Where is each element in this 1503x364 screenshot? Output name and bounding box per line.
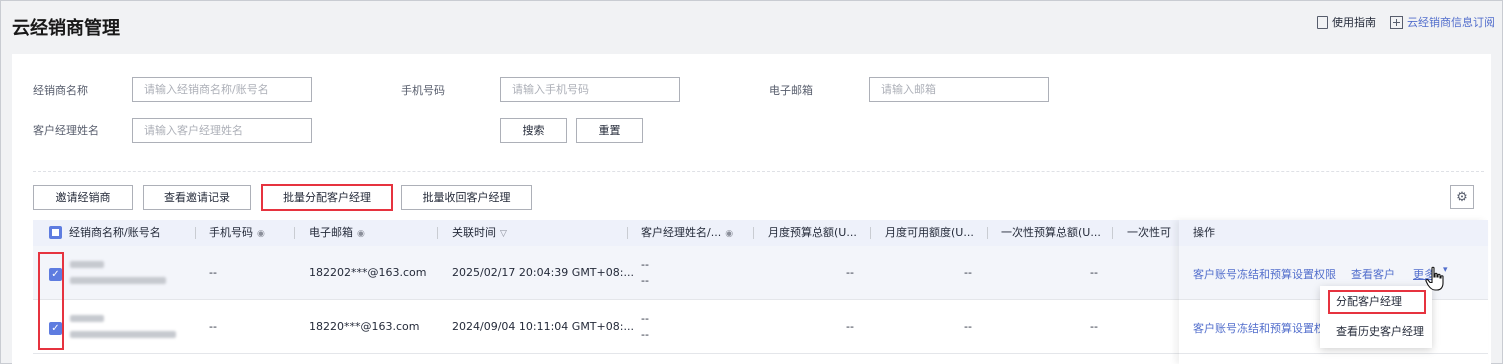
redacted-dealer-name (70, 315, 104, 322)
document-icon (1317, 15, 1328, 29)
eye-off-icon: ◉ (257, 229, 265, 239)
monthly-budget-cell: -- (846, 266, 854, 279)
email-cell: 18220***@163.com (309, 320, 420, 333)
manager-cell-2: -- (641, 274, 649, 287)
col-manager: 客户经理姓名/... ◉ (641, 226, 734, 239)
divider (33, 171, 1484, 172)
col-phone: 手机号码 ◉ (209, 226, 265, 239)
reset-button[interactable]: 重置 (576, 118, 643, 143)
col-one-time-budget: 一次性预算总额(U... (1001, 226, 1101, 239)
top-links: 使用指南 云经销商信息订阅 (1317, 14, 1495, 30)
monthly-budget-cell: -- (846, 320, 854, 333)
subscribe-label: 云经销商信息订阅 (1407, 16, 1495, 29)
guide-label: 使用指南 (1332, 16, 1376, 29)
col-separator (1112, 227, 1113, 239)
phone-cell: -- (209, 320, 217, 333)
redacted-dealer-name (70, 261, 104, 268)
col-monthly-available: 月度可用额度(U... (885, 226, 974, 239)
batch-assign-manager-button[interactable]: 批量分配客户经理 (261, 184, 393, 211)
monthly-available-cell: -- (964, 266, 972, 279)
invite-dealer-button[interactable]: 邀请经销商 (33, 185, 133, 210)
redacted-account-name (70, 277, 166, 284)
col-separator (627, 227, 628, 239)
phone-input[interactable]: 请输入手机号码 (500, 77, 680, 102)
col-dealer-name: 经销商名称/账号名 (69, 226, 161, 239)
search-button[interactable]: 搜索 (500, 118, 567, 143)
time-cell: 2025/02/17 20:04:39 GMT+08:... (452, 266, 634, 279)
freeze-budget-permission-link[interactable]: 客户账号冻结和预算设置权限 (1193, 266, 1336, 282)
view-customer-link[interactable]: 查看客户 (1351, 266, 1395, 282)
hand-pointer-icon (1425, 266, 1444, 291)
manager-cell-1: -- (641, 258, 649, 271)
col-separator (753, 227, 754, 239)
col-monthly-budget: 月度预算总额(U... (768, 226, 857, 239)
eye-off-icon: ◉ (725, 229, 734, 239)
email-cell: 182202***@163.com (309, 266, 427, 279)
operation-header: 操作 (1179, 220, 1488, 246)
col-separator (437, 227, 438, 239)
main-panel: 经销商名称 请输入经销商名称/账号名 手机号码 请输入手机号码 电子邮箱 请输入… (12, 54, 1491, 364)
phone-cell: -- (209, 266, 217, 279)
col-separator (987, 227, 988, 239)
batch-revoke-manager-button[interactable]: 批量收回客户经理 (401, 185, 532, 210)
manager-label: 客户经理姓名 (33, 124, 99, 137)
redacted-account-name (70, 331, 176, 338)
col-separator (870, 227, 871, 239)
view-invites-button[interactable]: 查看邀请记录 (143, 185, 251, 210)
menu-item-assign-manager[interactable]: 分配客户经理 (1328, 290, 1426, 314)
monthly-available-cell: -- (964, 320, 972, 333)
col-separator (294, 227, 295, 239)
phone-label: 手机号码 (401, 84, 445, 97)
col-one-time-available: 一次性可 (1127, 226, 1171, 239)
manager-cell-1: -- (641, 312, 649, 325)
add-box-icon (1390, 15, 1403, 29)
manager-cell-2: -- (641, 328, 649, 341)
col-linked-time: 关联时间 ▽ (452, 226, 507, 239)
subscribe-link[interactable]: 云经销商信息订阅 (1390, 14, 1495, 30)
guide-link[interactable]: 使用指南 (1317, 14, 1376, 30)
email-input[interactable]: 请输入邮箱 (869, 77, 1049, 102)
more-dropdown-menu: 分配客户经理 查看历史客户经理 (1320, 286, 1432, 348)
time-cell: 2024/09/04 10:11:04 GMT+08:... (452, 320, 634, 333)
col-email: 电子邮箱 ◉ (309, 226, 365, 239)
checkbox-highlight (38, 252, 64, 350)
manager-input[interactable]: 请输入客户经理姓名 (132, 118, 312, 143)
menu-item-history-manager[interactable]: 查看历史客户经理 (1320, 319, 1428, 345)
settings-gear-icon[interactable]: ⚙ (1450, 185, 1474, 209)
select-all-checkbox[interactable] (49, 226, 62, 239)
email-label: 电子邮箱 (769, 84, 813, 97)
col-operation: 操作 (1193, 226, 1215, 239)
freeze-budget-permission-link[interactable]: 客户账号冻结和预算设置权限 (1193, 320, 1336, 336)
col-separator (195, 227, 196, 239)
filter-icon[interactable]: ▽ (500, 229, 507, 239)
dealer-name-label: 经销商名称 (33, 84, 88, 97)
one-time-budget-cell: -- (1090, 320, 1098, 333)
page-title: 云经销商管理 (12, 18, 120, 39)
dealer-name-input[interactable]: 请输入经销商名称/账号名 (132, 77, 312, 102)
eye-off-icon: ◉ (357, 229, 365, 239)
one-time-budget-cell: -- (1090, 266, 1098, 279)
